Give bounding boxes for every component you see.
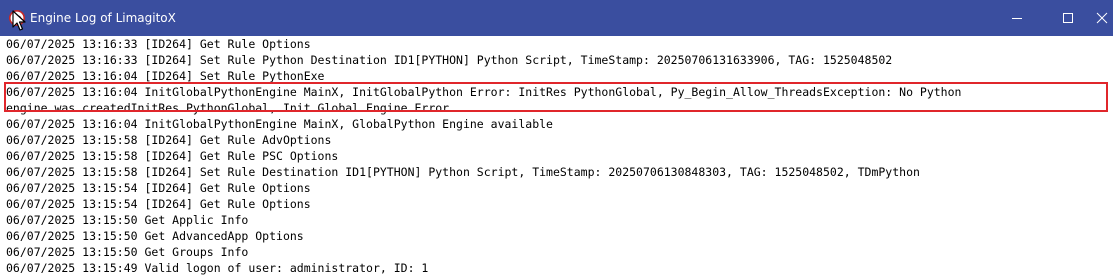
maximize-icon bbox=[1063, 13, 1073, 23]
log-line: 06/07/2025 13:15:54 [ID264] Get Rule Opt… bbox=[6, 197, 311, 211]
log-line: 06/07/2025 13:15:58 [ID264] Get Rule Adv… bbox=[6, 133, 332, 147]
log-line: 06/07/2025 13:15:54 [ID264] Get Rule Opt… bbox=[6, 181, 311, 195]
log-line: 06/07/2025 13:15:50 Get Groups Info bbox=[6, 245, 249, 259]
log-line: 06/07/2025 13:16:04 InitGlobalPythonEngi… bbox=[6, 117, 553, 131]
log-line: 06/07/2025 13:16:33 [ID264] Set Rule Pyt… bbox=[6, 53, 893, 67]
log-line-highlighted: engine was createdInitRes PythonGlobal, … bbox=[6, 101, 450, 115]
log-area[interactable]: 06/07/2025 13:16:33 [ID264] Get Rule Opt… bbox=[0, 36, 1113, 276]
log-line: 06/07/2025 13:15:50 Get Applic Info bbox=[6, 213, 249, 227]
close-icon bbox=[1096, 12, 1107, 24]
minimize-button[interactable] bbox=[994, 0, 1040, 36]
log-line-highlighted: 06/07/2025 13:16:04 InitGlobalPythonEngi… bbox=[6, 85, 962, 99]
log-line: 06/07/2025 13:15:50 Get AdvancedApp Opti… bbox=[6, 229, 304, 243]
log-line: 06/07/2025 13:16:04 [ID264] Set Rule Pyt… bbox=[6, 69, 325, 83]
log-line: 06/07/2025 13:15:49 Valid logon of user:… bbox=[6, 261, 429, 275]
close-button[interactable] bbox=[1090, 0, 1113, 36]
log-line: 06/07/2025 13:15:58 [ID264] Set Rule Des… bbox=[6, 165, 920, 179]
mouse-cursor-icon bbox=[12, 10, 26, 31]
minimize-icon bbox=[1012, 18, 1022, 19]
log-line: 06/07/2025 13:15:58 [ID264] Get Rule PSC… bbox=[6, 149, 339, 163]
window-title: Engine Log of LimagitoX bbox=[30, 11, 176, 25]
maximize-button[interactable] bbox=[1045, 0, 1091, 36]
title-bar[interactable]: Engine Log of LimagitoX bbox=[0, 0, 1113, 36]
log-line: 06/07/2025 13:16:33 [ID264] Get Rule Opt… bbox=[6, 37, 311, 51]
